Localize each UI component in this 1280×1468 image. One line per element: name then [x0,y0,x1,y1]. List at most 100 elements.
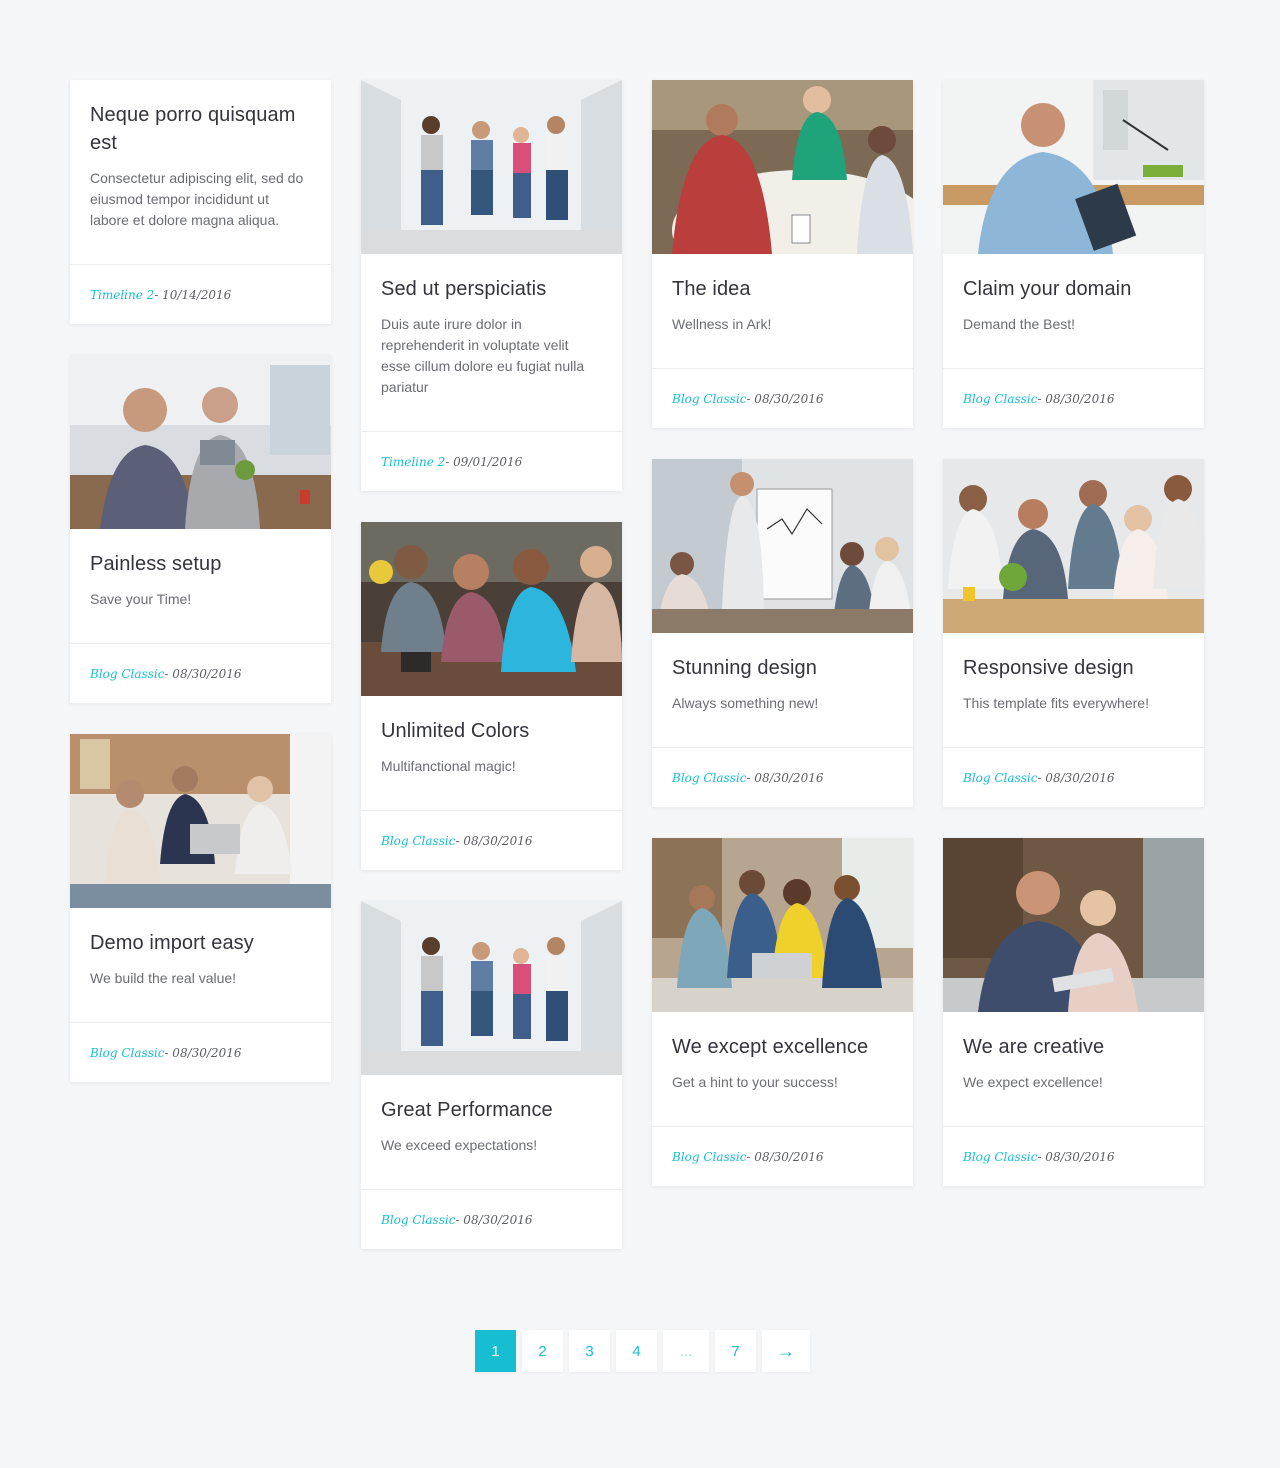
card-meta: Blog Classic - 08/30/2016 [70,1022,331,1082]
blog-card[interactable]: Neque porro quisquam est Consectetur adi… [70,80,331,324]
card-image[interactable] [70,734,331,908]
card-category-link[interactable]: Blog Classic [672,392,746,406]
card-category-link[interactable]: Blog Classic [672,771,746,785]
card-meta: Blog Classic - 08/30/2016 [361,1189,622,1249]
blog-card[interactable]: The idea Wellness in Ark! Blog Classic -… [652,80,913,428]
card-excerpt: Save your Time! [90,591,192,607]
page-2-button[interactable]: 2 [522,1330,563,1372]
card-body: We except excellence Get a hint to your … [652,1012,913,1093]
card-meta: Blog Classic - 08/30/2016 [361,810,622,870]
card-body: Great Performance We exceed expectations… [361,1075,622,1156]
card-title[interactable]: Unlimited Colors [381,717,602,745]
next-page-arrow-icon[interactable]: → [762,1330,810,1372]
card-body: We are creative We expect excellence! [943,1012,1204,1093]
card-excerpt: Multifanctional magic! [381,758,516,774]
blog-card[interactable]: Responsive design This template fits eve… [943,459,1204,807]
card-title[interactable]: Stunning design [672,654,893,682]
card-title[interactable]: The idea [672,275,893,303]
card-meta: Blog Classic - 08/30/2016 [943,1126,1204,1186]
card-title[interactable]: Painless setup [90,550,311,578]
card-excerpt: Duis aute irure dolor in reprehenderit i… [381,316,585,395]
card-image[interactable] [361,522,622,696]
pagination: 1 2 3 4 ... 7 → [475,1330,810,1372]
card-date: - 08/30/2016 [746,770,824,785]
card-title[interactable]: We except excellence [672,1033,893,1061]
card-image[interactable] [943,459,1204,633]
card-date: - 08/30/2016 [1037,770,1115,785]
card-excerpt: Wellness in Ark! [672,316,772,332]
card-category-link[interactable]: Blog Classic [963,1150,1037,1164]
card-date: - 09/01/2016 [445,454,523,469]
page-4-button[interactable]: 4 [616,1330,657,1372]
pagination-ellipsis: ... [663,1330,709,1372]
card-title[interactable]: We are creative [963,1033,1184,1061]
card-category-link[interactable]: Blog Classic [381,1213,455,1227]
card-excerpt: Consectetur adipiscing elit, sed do eius… [90,170,304,228]
card-title[interactable]: Sed ut perspiciatis [381,275,602,303]
card-title[interactable]: Responsive design [963,654,1184,682]
blog-card[interactable]: Great Performance We exceed expectations… [361,901,622,1249]
card-category-link[interactable]: Blog Classic [963,392,1037,406]
card-category-link[interactable]: Timeline 2 [381,455,445,469]
card-meta: Blog Classic - 08/30/2016 [652,368,913,428]
card-date: - 08/30/2016 [1037,391,1115,406]
blog-card[interactable]: Unlimited Colors Multifanctional magic! … [361,522,622,870]
card-meta: Blog Classic - 08/30/2016 [943,747,1204,807]
card-date: - 10/14/2016 [154,287,232,302]
card-date: - 08/30/2016 [746,1149,824,1164]
card-date: - 08/30/2016 [746,391,824,406]
card-excerpt: Demand the Best! [963,316,1076,332]
card-body: Stunning design Always something new! [652,633,913,714]
card-category-link[interactable]: Blog Classic [90,667,164,681]
card-date: - 08/30/2016 [164,666,242,681]
card-body: Sed ut perspiciatis Duis aute irure dolo… [361,254,622,398]
card-title[interactable]: Neque porro quisquam est [90,101,311,157]
card-image[interactable] [943,838,1204,1012]
card-date: - 08/30/2016 [455,1212,533,1227]
blog-card[interactable]: Stunning design Always something new! Bl… [652,459,913,807]
blog-card[interactable]: We are creative We expect excellence! Bl… [943,838,1204,1186]
page-7-button[interactable]: 7 [715,1330,756,1372]
card-date: - 08/30/2016 [455,833,533,848]
card-body: Responsive design This template fits eve… [943,633,1204,714]
card-excerpt: Get a hint to your success! [672,1074,838,1090]
card-image[interactable] [943,80,1204,254]
card-image[interactable] [652,838,913,1012]
card-meta: Timeline 2 - 10/14/2016 [70,264,331,324]
card-body: Claim your domain Demand the Best! [943,254,1204,335]
card-meta: Blog Classic - 08/30/2016 [70,643,331,703]
card-title[interactable]: Claim your domain [963,275,1184,303]
card-body: Painless setup Save your Time! [70,529,331,610]
card-image[interactable] [652,459,913,633]
blog-card[interactable]: We except excellence Get a hint to your … [652,838,913,1186]
card-image[interactable] [361,80,622,254]
blog-card[interactable]: Sed ut perspiciatis Duis aute irure dolo… [361,80,622,491]
card-title[interactable]: Demo import easy [90,929,311,957]
card-excerpt: Always something new! [672,695,819,711]
page-1-button[interactable]: 1 [475,1330,516,1372]
card-image[interactable] [361,901,622,1075]
card-category-link[interactable]: Timeline 2 [90,288,154,302]
blog-card[interactable]: Demo import easy We build the real value… [70,734,331,1082]
card-body: Unlimited Colors Multifanctional magic! [361,696,622,777]
card-body: Neque porro quisquam est Consectetur adi… [70,80,331,231]
card-category-link[interactable]: Blog Classic [963,771,1037,785]
card-category-link[interactable]: Blog Classic [672,1150,746,1164]
card-excerpt: This template fits everywhere! [963,695,1149,711]
card-meta: Blog Classic - 08/30/2016 [652,747,913,807]
card-title[interactable]: Great Performance [381,1096,602,1124]
card-meta: Blog Classic - 08/30/2016 [652,1126,913,1186]
blog-card[interactable]: Painless setup Save your Time! Blog Clas… [70,355,331,703]
card-body: The idea Wellness in Ark! [652,254,913,335]
card-meta: Timeline 2 - 09/01/2016 [361,431,622,491]
card-category-link[interactable]: Blog Classic [90,1046,164,1060]
card-date: - 08/30/2016 [164,1045,242,1060]
card-image[interactable] [70,355,331,529]
card-meta: Blog Classic - 08/30/2016 [943,368,1204,428]
blog-card[interactable]: Claim your domain Demand the Best! Blog … [943,80,1204,428]
card-image[interactable] [652,80,913,254]
card-category-link[interactable]: Blog Classic [381,834,455,848]
card-excerpt: We exceed expectations! [381,1137,538,1153]
page-3-button[interactable]: 3 [569,1330,610,1372]
card-excerpt: We expect excellence! [963,1074,1103,1090]
